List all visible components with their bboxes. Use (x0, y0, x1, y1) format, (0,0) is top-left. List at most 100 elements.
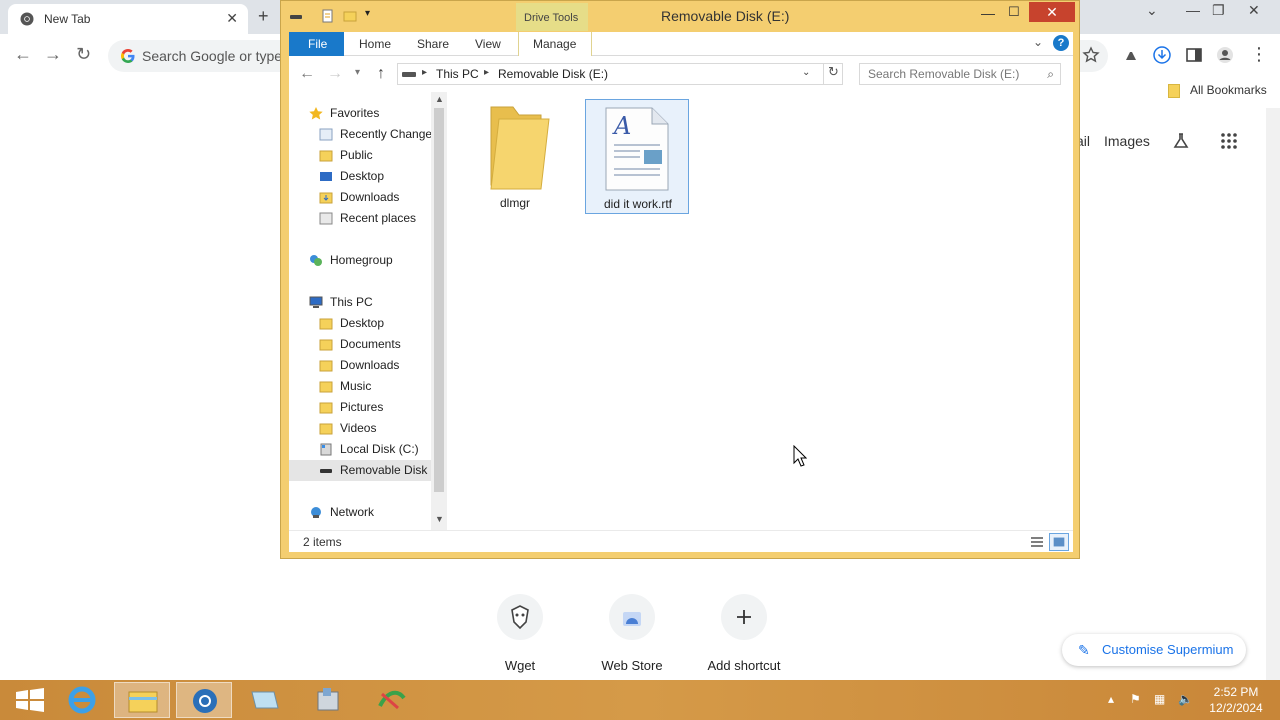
ribbon-tabs: File Home Share View Manage ⌄ ? (289, 32, 1073, 56)
ribbon-expand-chevron-icon[interactable]: ⌄ (1033, 35, 1043, 49)
scroll-down-icon[interactable]: ▼ (435, 514, 444, 524)
address-box[interactable]: ▸ This PC ▸ Removable Disk (E:) ⌄ ↻ (397, 63, 843, 85)
file-explorer-taskbar-button[interactable] (114, 682, 170, 718)
nav-this-pc[interactable]: This PC (289, 292, 431, 313)
images-link[interactable]: Images (1104, 133, 1150, 149)
details-view-icon[interactable] (1027, 533, 1047, 551)
help-icon[interactable]: ? (1053, 35, 1069, 51)
shortcut-add[interactable]: Add shortcut (704, 594, 784, 673)
scroll-thumb[interactable] (434, 108, 444, 492)
internet-explorer-icon[interactable] (54, 682, 110, 718)
tab-home[interactable]: Home (359, 37, 391, 51)
desktop-icon (320, 172, 332, 181)
reload-icon[interactable]: ↻ (76, 44, 91, 65)
tab-search-chevron-icon[interactable]: ⌄ (1146, 2, 1158, 19)
notepad-icon[interactable] (236, 682, 292, 718)
scroll-up-icon[interactable]: ▲ (435, 94, 444, 104)
app-icon[interactable] (364, 682, 420, 718)
search-input[interactable]: Search Removable Disk (E:) ⌕ (859, 63, 1061, 85)
window-minimize-icon[interactable]: — (981, 5, 995, 21)
volume-muted-icon[interactable]: 🔈 (1178, 692, 1193, 706)
nav-favorites[interactable]: Favorites (289, 103, 431, 124)
download-icon[interactable] (1153, 46, 1171, 64)
breadcrumb-this-pc[interactable]: This PC (436, 67, 479, 81)
explorer-title-bar[interactable]: ▾ Drive Tools Removable Disk (E:) — ☐ ✕ (281, 1, 1079, 31)
back-arrow-icon[interactable]: ← (299, 65, 315, 83)
nav-pc-music[interactable]: Music (289, 376, 431, 397)
nav-pc-downloads[interactable]: Downloads (289, 355, 431, 376)
back-icon[interactable]: ← (14, 44, 32, 65)
recent-changes-icon (319, 128, 333, 141)
nav-recent-places[interactable]: Recent places (289, 208, 431, 229)
nav-recently-changed[interactable]: Recently Changed (289, 124, 431, 145)
address-dropdown-icon[interactable]: ⌄ (802, 67, 810, 78)
network-icon (311, 507, 321, 518)
extensions-icon[interactable] (1122, 46, 1140, 64)
new-tab-button[interactable]: + (258, 6, 269, 27)
nav-pc-videos[interactable]: Videos (289, 418, 431, 439)
nav-public[interactable]: Public (289, 145, 431, 166)
shortcut-wget[interactable]: Wget (480, 594, 560, 673)
nav-removable-disk[interactable]: Removable Disk (E:) (289, 460, 431, 481)
customise-label: Customise Supermium (1102, 642, 1234, 657)
nav-pc-documents[interactable]: Documents (289, 334, 431, 355)
breadcrumb-removable-disk[interactable]: Removable Disk (E:) (498, 67, 608, 81)
forward-icon[interactable]: → (44, 44, 62, 65)
tab-new-tab[interactable]: New Tab ✕ (8, 4, 248, 34)
recent-locations-dropdown-icon[interactable]: ▾ (355, 67, 360, 78)
maximize-icon[interactable]: ❐ (1212, 2, 1225, 19)
shortcut-web-store[interactable]: Web Store (592, 594, 672, 673)
up-arrow-icon[interactable]: ↑ (377, 65, 385, 83)
apps-grid-icon[interactable] (1220, 132, 1238, 150)
start-icon[interactable] (2, 682, 58, 718)
bookmark-star-icon[interactable] (1082, 46, 1100, 64)
new-folder-icon[interactable] (343, 9, 357, 23)
nav-local-disk[interactable]: Local Disk (C:) (289, 439, 431, 460)
clock[interactable]: 2:52 PM 12/2/2024 (1206, 684, 1266, 716)
file-item-folder[interactable]: dlmgr (463, 99, 567, 214)
breadcrumb-separator-icon[interactable]: ▸ (484, 67, 489, 78)
mouse-cursor-icon (793, 445, 807, 467)
close-icon[interactable]: ✕ (1248, 2, 1260, 19)
folder-icon (319, 150, 333, 162)
minimize-icon[interactable]: — (1186, 2, 1200, 18)
file-name: dlmgr (499, 196, 530, 210)
page-scrollbar[interactable] (1266, 108, 1280, 680)
breadcrumb-separator-icon[interactable]: ▸ (422, 67, 427, 78)
nav-network[interactable]: Network (289, 502, 431, 523)
nav-pc-desktop[interactable]: Desktop (289, 313, 431, 334)
side-panel-icon[interactable] (1185, 46, 1203, 64)
taskbar: ▴ ⚑ ▦ 🔈 2:52 PM 12/2/2024 (0, 680, 1280, 720)
customise-button[interactable]: ✎ Customise Supermium (1062, 634, 1246, 666)
profile-icon[interactable] (1216, 46, 1234, 64)
installer-icon[interactable] (300, 682, 356, 718)
qat-dropdown-icon[interactable]: ▾ (365, 8, 379, 22)
tab-manage[interactable]: Manage (518, 32, 592, 56)
search-icon[interactable]: ⌕ (1047, 67, 1054, 82)
network-tray-icon[interactable]: ▦ (1154, 692, 1165, 706)
nav-downloads[interactable]: Downloads (289, 187, 431, 208)
action-center-flag-icon[interactable]: ⚑ (1130, 692, 1141, 706)
music-folder-icon (319, 381, 333, 393)
tab-close-icon[interactable]: ✕ (226, 10, 238, 27)
tab-share[interactable]: Share (417, 37, 449, 51)
nav-pane-scrollbar[interactable]: ▲ ▼ (431, 92, 447, 530)
properties-icon[interactable] (321, 9, 335, 23)
show-hidden-icons-icon[interactable]: ▴ (1108, 692, 1114, 706)
forward-arrow-icon[interactable]: → (327, 65, 343, 83)
computer-icon (309, 296, 323, 308)
nav-homegroup[interactable]: Homegroup (289, 250, 431, 271)
labs-flask-icon[interactable] (1172, 132, 1190, 150)
shortcut-label: Web Store (601, 658, 663, 673)
nav-desktop[interactable]: Desktop (289, 166, 431, 187)
large-icons-view-icon[interactable] (1049, 533, 1069, 551)
tab-file[interactable]: File (289, 32, 344, 56)
menu-kebab-icon[interactable]: ⋮ (1250, 44, 1268, 65)
refresh-icon[interactable]: ↻ (823, 64, 843, 84)
tab-view[interactable]: View (475, 37, 501, 51)
window-maximize-icon[interactable]: ☐ (1008, 4, 1020, 20)
nav-pc-pictures[interactable]: Pictures (289, 397, 431, 418)
file-item-rtf[interactable]: A did it work.rtf (585, 99, 689, 214)
browser-taskbar-button[interactable] (176, 682, 232, 718)
window-close-icon[interactable]: ✕ (1029, 2, 1075, 22)
